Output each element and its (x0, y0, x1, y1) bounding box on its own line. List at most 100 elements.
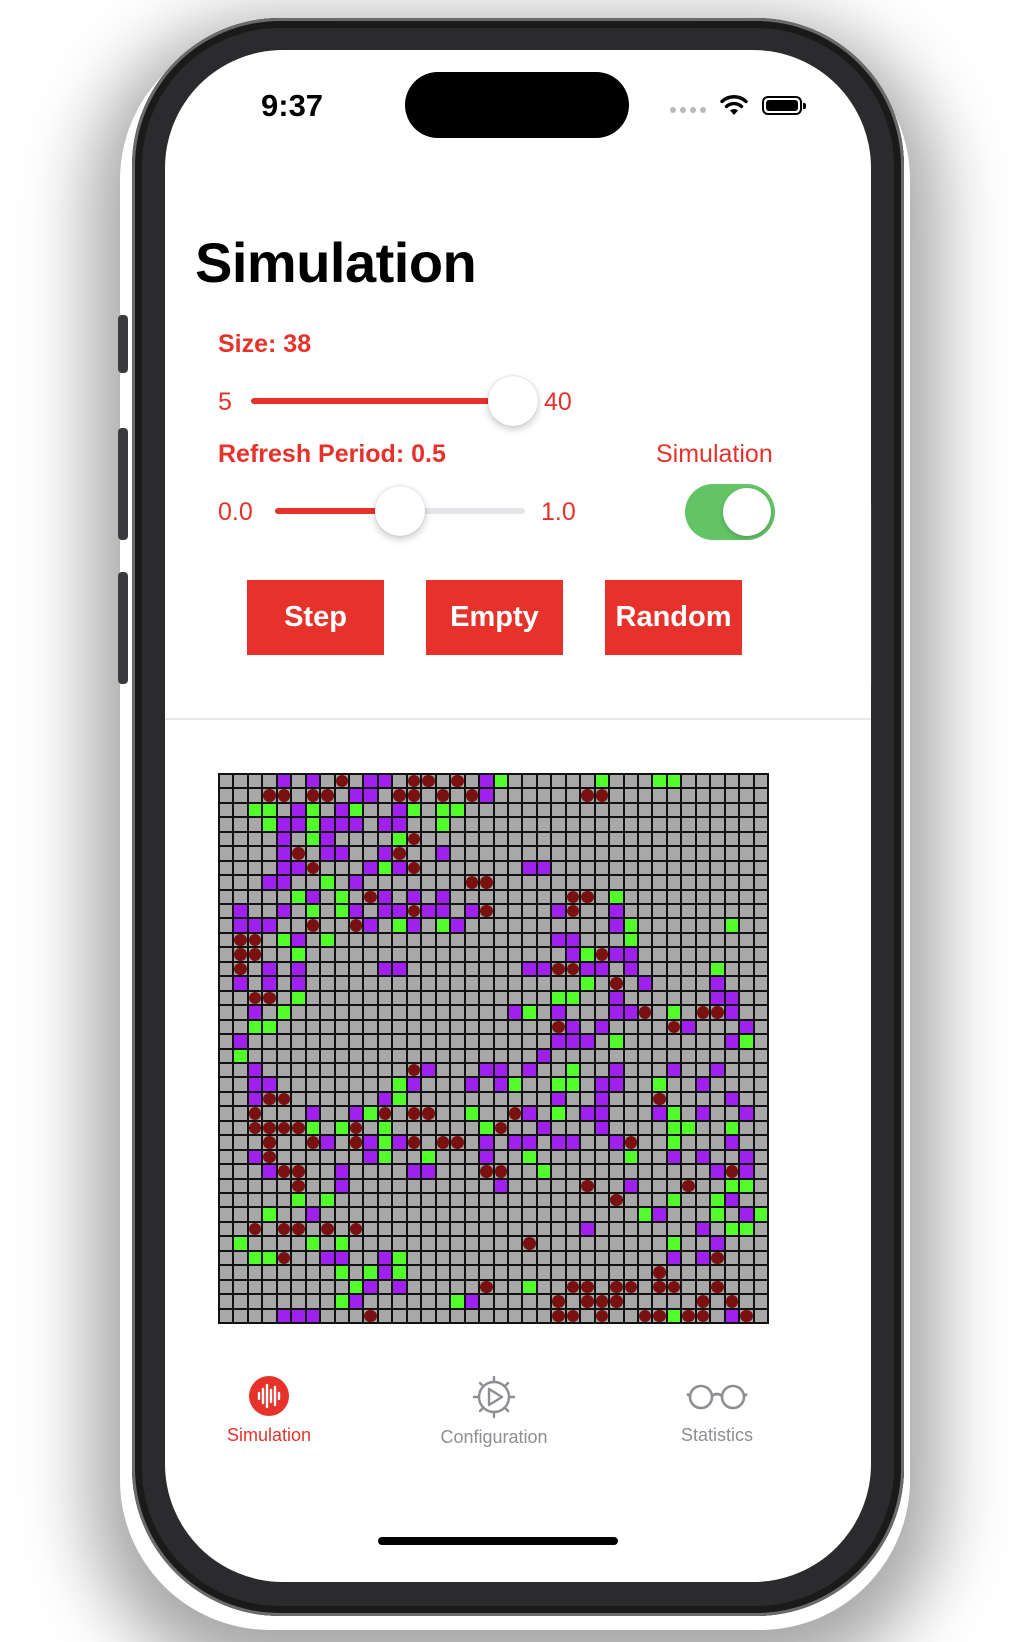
cell-empty[interactable] (407, 1049, 421, 1062)
cell-purple[interactable] (263, 876, 276, 889)
cell-empty[interactable] (451, 1179, 464, 1192)
cell-purple[interactable] (610, 1063, 623, 1077)
cell-empty[interactable] (624, 1309, 637, 1322)
cell-green[interactable] (451, 1295, 464, 1308)
cell-empty[interactable] (407, 1266, 421, 1279)
cell-empty[interactable] (335, 1150, 349, 1164)
cell-empty[interactable] (364, 832, 377, 846)
cell-empty[interactable] (595, 890, 609, 904)
cell-purple[interactable] (610, 905, 623, 918)
cell-empty[interactable] (335, 876, 349, 889)
cell-empty[interactable] (364, 991, 377, 1005)
cell-empty[interactable] (610, 1092, 623, 1106)
cell-green[interactable] (335, 1237, 349, 1250)
cell-empty[interactable] (581, 847, 594, 860)
cell-empty[interactable] (682, 1092, 695, 1106)
cell-empty[interactable] (696, 1280, 710, 1294)
cell-empty[interactable] (407, 1006, 421, 1019)
cell-purple[interactable] (610, 1136, 623, 1149)
cell-empty[interactable] (465, 1020, 479, 1034)
cell-empty[interactable] (682, 803, 695, 817)
cell-empty[interactable] (552, 1150, 565, 1164)
cell-green[interactable] (393, 919, 406, 932)
cell-empty[interactable] (595, 1208, 609, 1221)
cell-empty[interactable] (335, 1107, 349, 1120)
cell-empty[interactable] (422, 890, 435, 904)
cell-empty[interactable] (595, 977, 609, 990)
cell-empty[interactable] (667, 876, 681, 889)
cell-empty[interactable] (378, 919, 392, 932)
cell-purple[interactable] (595, 1121, 609, 1135)
cell-empty[interactable] (508, 1063, 522, 1077)
cell-empty[interactable] (378, 803, 392, 817)
cell-green[interactable] (277, 933, 291, 947)
cell-empty[interactable] (754, 1295, 767, 1308)
cell-empty[interactable] (422, 847, 435, 860)
cell-green[interactable] (407, 803, 421, 817)
cell-empty[interactable] (248, 1208, 262, 1221)
cell-purple[interactable] (248, 1078, 262, 1091)
cell-empty[interactable] (696, 1092, 710, 1106)
cell-empty[interactable] (523, 1193, 536, 1207)
cell-empty[interactable] (292, 1237, 305, 1250)
cell-empty[interactable] (335, 1078, 349, 1091)
cell-empty[interactable] (740, 1251, 753, 1265)
cell-empty[interactable] (407, 977, 421, 990)
cell-empty[interactable] (220, 1193, 233, 1207)
cell-empty[interactable] (711, 890, 724, 904)
cell-empty[interactable] (465, 977, 479, 990)
cell-empty[interactable] (465, 1280, 479, 1294)
cell-empty[interactable] (494, 1020, 507, 1034)
cell-green[interactable] (494, 775, 507, 788)
cell-empty[interactable] (682, 1251, 695, 1265)
cell-empty[interactable] (465, 847, 479, 860)
cell-dark[interactable] (292, 1121, 305, 1135)
cell-empty[interactable] (364, 1006, 377, 1019)
cell-empty[interactable] (321, 803, 334, 817)
cell-empty[interactable] (682, 789, 695, 802)
cell-purple[interactable] (566, 1136, 580, 1149)
cell-purple[interactable] (263, 1165, 276, 1178)
cell-empty[interactable] (508, 948, 522, 961)
cell-empty[interactable] (393, 977, 406, 990)
cell-empty[interactable] (494, 1251, 507, 1265)
cell-empty[interactable] (350, 1092, 363, 1106)
cell-green[interactable] (624, 933, 637, 947)
cell-empty[interactable] (263, 775, 276, 788)
cell-empty[interactable] (508, 1020, 522, 1034)
cell-empty[interactable] (595, 1222, 609, 1236)
cell-green[interactable] (436, 818, 450, 831)
cell-empty[interactable] (465, 861, 479, 875)
cell-empty[interactable] (508, 890, 522, 904)
cell-empty[interactable] (595, 919, 609, 932)
cell-purple[interactable] (537, 861, 551, 875)
cell-empty[interactable] (581, 1006, 594, 1019)
cell-empty[interactable] (277, 1078, 291, 1091)
cell-empty[interactable] (465, 890, 479, 904)
cell-empty[interactable] (220, 789, 233, 802)
cell-empty[interactable] (335, 1193, 349, 1207)
cell-empty[interactable] (350, 1049, 363, 1062)
cell-empty[interactable] (566, 803, 580, 817)
cell-empty[interactable] (566, 1150, 580, 1164)
cell-green[interactable] (754, 1208, 767, 1221)
cell-empty[interactable] (523, 1035, 536, 1048)
cell-empty[interactable] (638, 1107, 652, 1120)
cell-empty[interactable] (248, 789, 262, 802)
cell-empty[interactable] (321, 1107, 334, 1120)
cell-empty[interactable] (711, 933, 724, 947)
cell-empty[interactable] (306, 1251, 320, 1265)
cell-dark[interactable] (595, 1309, 609, 1322)
cell-empty[interactable] (740, 1049, 753, 1062)
cell-empty[interactable] (451, 1078, 464, 1091)
cell-green[interactable] (523, 1006, 536, 1019)
cell-empty[interactable] (306, 1063, 320, 1077)
cell-empty[interactable] (248, 847, 262, 860)
cell-purple[interactable] (552, 905, 565, 918)
empty-button[interactable]: Empty (426, 580, 563, 655)
cell-purple[interactable] (696, 1078, 710, 1091)
cell-empty[interactable] (220, 1107, 233, 1120)
cell-empty[interactable] (624, 1165, 637, 1178)
cell-empty[interactable] (523, 847, 536, 860)
cell-empty[interactable] (725, 890, 739, 904)
